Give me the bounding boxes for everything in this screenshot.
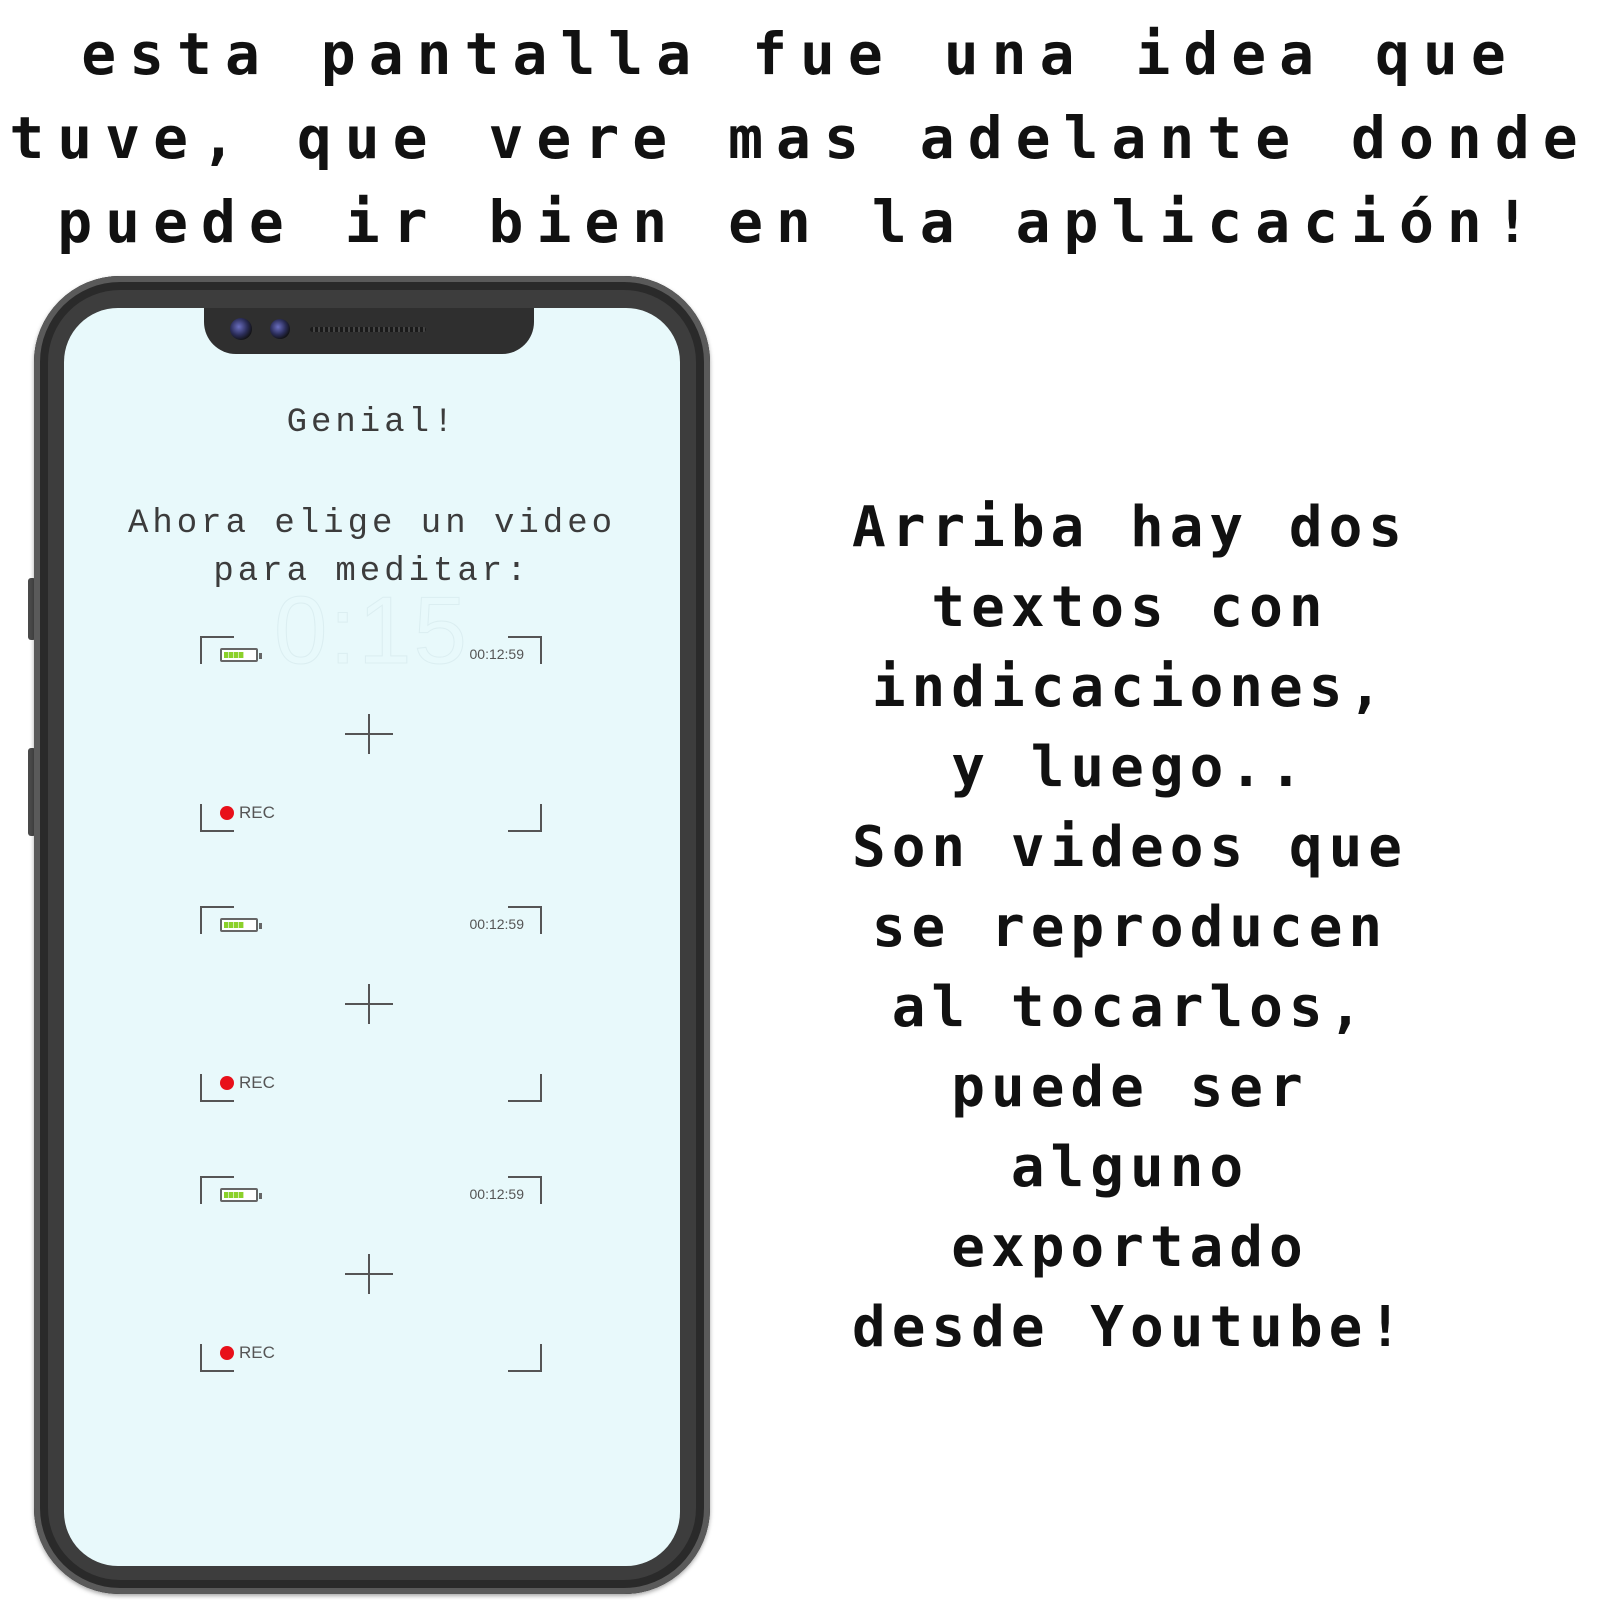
- battery-icon: [220, 918, 262, 932]
- side-caption-line: y luego..: [951, 735, 1309, 800]
- rec-indicator: REC: [220, 1073, 275, 1093]
- rec-label: REC: [239, 1073, 275, 1092]
- camera-lens-icon: [230, 318, 252, 340]
- side-caption-line: al tocarlos,: [891, 975, 1369, 1040]
- side-caption-line: Son videos que: [851, 815, 1408, 880]
- battery-level: [224, 1192, 244, 1198]
- top-caption-line-3: puede ir bien en la aplicación!: [57, 188, 1543, 256]
- rec-indicator: REC: [220, 1343, 275, 1363]
- crosshair-icon: [345, 1254, 393, 1294]
- battery-level: [224, 922, 244, 928]
- phone-notch: [204, 308, 534, 354]
- crosshair-icon: [345, 984, 393, 1024]
- crosshair-icon: [345, 714, 393, 754]
- side-caption-line: textos con: [931, 575, 1329, 640]
- top-caption-line-2: tuve, que vere mas adelante donde: [9, 104, 1591, 172]
- video-thumbnail-1[interactable]: 00:12:59 REC: [200, 636, 542, 832]
- rec-indicator: REC: [220, 803, 275, 823]
- frame-corner: [508, 804, 542, 832]
- camera-lens-icon: [270, 319, 290, 339]
- screen-subtitle-line-1: Ahora elige un video: [127, 505, 617, 543]
- side-caption-line: desde Youtube!: [851, 1295, 1408, 1360]
- video-timecode: 00:12:59: [469, 646, 525, 662]
- record-dot-icon: [220, 806, 234, 820]
- frame-corner: [508, 1074, 542, 1102]
- record-dot-icon: [220, 1346, 234, 1360]
- phone-screen: Genial! Ahora elige un video para medita…: [64, 308, 680, 1566]
- video-thumbnail-2[interactable]: 00:12:59 REC: [200, 906, 542, 1102]
- top-caption: esta pantalla fue una idea que tuve, que…: [0, 12, 1600, 264]
- side-caption-line: exportado: [951, 1215, 1309, 1280]
- battery-icon: [220, 648, 262, 662]
- frame-corner: [508, 1344, 542, 1372]
- side-caption-line: Arriba hay dos: [851, 495, 1408, 560]
- speaker-grille: [310, 327, 426, 332]
- side-caption-line: se reproducen: [871, 895, 1389, 960]
- video-timecode: 00:12:59: [469, 916, 525, 932]
- screen-title: Genial!: [286, 404, 458, 442]
- video-timecode: 00:12:59: [469, 1186, 525, 1202]
- battery-icon: [220, 1188, 262, 1202]
- top-caption-line-1: esta pantalla fue una idea que: [81, 20, 1519, 88]
- side-caption-line: puede ser: [951, 1055, 1309, 1120]
- side-caption: Arriba hay dos textos con indicaciones, …: [790, 488, 1470, 1368]
- side-caption-line: indicaciones,: [871, 655, 1389, 720]
- battery-level: [224, 652, 244, 658]
- rec-label: REC: [239, 803, 275, 822]
- rec-label: REC: [239, 1343, 275, 1362]
- record-dot-icon: [220, 1076, 234, 1090]
- video-thumbnail-3[interactable]: 00:12:59 REC: [200, 1176, 542, 1372]
- side-caption-line: alguno: [1010, 1135, 1250, 1200]
